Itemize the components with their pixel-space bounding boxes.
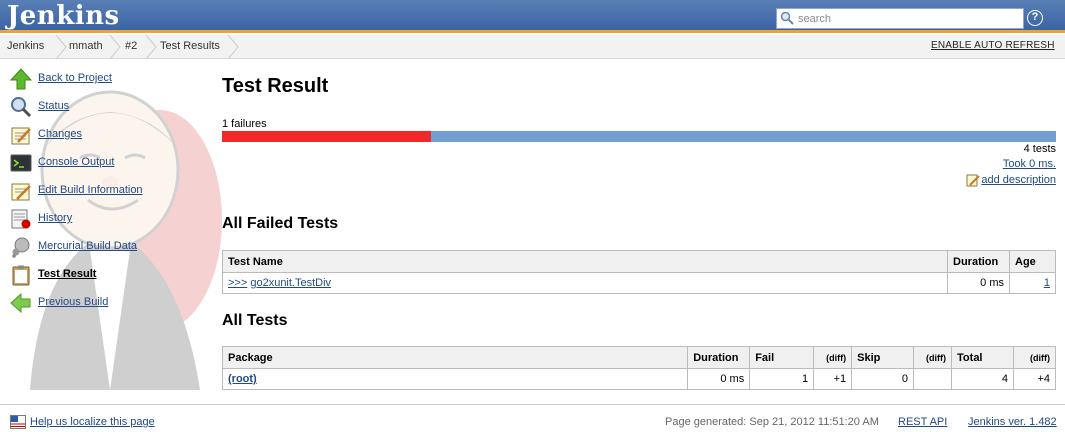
search-box[interactable]: [776, 8, 1024, 29]
breadcrumb-separator-icon: [55, 35, 67, 59]
column-header-skip-diff[interactable]: (diff): [913, 346, 953, 369]
page-title: Test Result: [222, 75, 329, 97]
all-tests-table: Package Duration Fail (diff) Skip (diff)…: [221, 346, 1057, 390]
history-icon: [11, 209, 31, 229]
jenkins-logo[interactable]: Jenkins: [7, 1, 120, 32]
rest-api-link[interactable]: REST API: [898, 416, 947, 428]
page-footer: Help us localize this page Page generate…: [0, 404, 1065, 432]
jenkins-version-link[interactable]: Jenkins ver. 1.482: [968, 416, 1057, 428]
table-header-row: Package Duration Fail (diff) Skip (diff)…: [221, 346, 1057, 369]
duration-cell: 0 ms: [947, 272, 1010, 294]
failed-tests-heading: All Failed Tests: [222, 215, 339, 232]
column-header-total[interactable]: Total: [951, 346, 1014, 369]
search-input[interactable]: [796, 10, 1020, 27]
notepad-edit-icon: [966, 174, 981, 187]
sidebar-item-label[interactable]: Previous Build: [38, 296, 108, 308]
breadcrumb-item-build[interactable]: #2: [125, 35, 137, 58]
took-duration-link[interactable]: Took 0 ms.: [1003, 158, 1056, 170]
sidebar-item-label[interactable]: Mercurial Build Data: [38, 240, 137, 252]
breadcrumb-separator-icon: [145, 35, 157, 59]
sidebar-item-label[interactable]: Edit Build Information: [38, 184, 143, 196]
sidebar-item-label[interactable]: Changes: [38, 128, 82, 140]
age-link[interactable]: 1: [1044, 277, 1050, 289]
mercurial-icon: [12, 237, 30, 258]
column-header-duration[interactable]: Duration: [687, 346, 751, 369]
breadcrumb-item-test-results[interactable]: Test Results: [160, 35, 220, 58]
add-description[interactable]: add description: [966, 173, 1056, 187]
age-cell: 1: [1009, 272, 1056, 294]
help-localize-link[interactable]: Help us localize this page: [30, 416, 155, 428]
breadcrumb-item-project[interactable]: mmath: [69, 35, 103, 58]
left-arrow-icon: [10, 292, 31, 314]
clipboard-icon: [12, 265, 30, 286]
sidebar-item-label[interactable]: History: [38, 212, 72, 224]
sidebar-item-label[interactable]: Test Result: [38, 268, 96, 280]
table-row: (root) 0 ms 1 +1 0 4 +4: [221, 368, 1057, 390]
total-cell: 4: [951, 368, 1014, 390]
skip-cell: 0: [851, 368, 915, 390]
column-header-fail[interactable]: Fail: [749, 346, 815, 369]
column-header-fail-diff[interactable]: (diff): [813, 346, 853, 369]
package-cell: (root): [221, 368, 689, 390]
table-header-row: Test Name Duration Age: [221, 250, 1056, 273]
test-name-link[interactable]: go2xunit.TestDiv: [250, 277, 331, 289]
breadcrumb-separator-icon: [227, 35, 239, 59]
add-description-link[interactable]: add description: [981, 174, 1056, 186]
fail-cell: 1: [749, 368, 815, 390]
table-row: >>> go2xunit.TestDiv 0 ms 1: [221, 272, 1056, 294]
test-name-cell: >>> go2xunit.TestDiv: [221, 272, 949, 294]
notepad-edit-icon: [11, 183, 31, 201]
terminal-icon: [10, 154, 32, 172]
top-header: Jenkins ?: [0, 0, 1065, 33]
fail-diff-cell: +1: [813, 368, 853, 390]
total-diff-cell: +4: [1012, 368, 1057, 390]
jenkins-butler-watermark-icon: [30, 90, 222, 390]
failed-tests-table: Test Name Duration Age >>> go2xunit.Test…: [221, 250, 1056, 294]
sidebar-item-label[interactable]: Status: [38, 100, 69, 112]
column-header-total-diff[interactable]: (diff): [1012, 346, 1057, 369]
column-header-test-name[interactable]: Test Name: [221, 250, 949, 273]
sidebar-item-label[interactable]: Back to Project: [38, 72, 112, 84]
search-icon: [780, 11, 794, 25]
expand-details-link[interactable]: >>>: [228, 277, 247, 289]
tests-count: 4 tests: [1023, 143, 1056, 155]
page-generated-timestamp: Page generated: Sep 21, 2012 11:51:20 AM: [665, 416, 879, 428]
breadcrumb-item-jenkins[interactable]: Jenkins: [7, 35, 44, 58]
column-header-package[interactable]: Package: [221, 346, 689, 369]
column-header-duration[interactable]: Duration: [947, 250, 1010, 273]
skip-diff-cell: [913, 368, 953, 390]
breadcrumb-separator-icon: [109, 35, 121, 59]
flag-icon: [10, 415, 26, 429]
sidebar-item-label[interactable]: Console Output: [38, 156, 114, 168]
all-tests-heading: All Tests: [222, 312, 288, 329]
test-result-bar: [222, 131, 1056, 142]
help-icon[interactable]: ?: [1027, 10, 1043, 26]
test-result-bar-fail: [222, 131, 431, 142]
enable-auto-refresh-link[interactable]: ENABLE AUTO REFRESH: [931, 40, 1055, 51]
column-header-skip[interactable]: Skip: [851, 346, 915, 369]
magnifier-icon: [11, 97, 32, 118]
up-arrow-icon: [10, 68, 32, 90]
breadcrumb: Jenkins mmath #2 Test Results ENABLE AUT…: [0, 35, 1065, 59]
column-header-age[interactable]: Age: [1009, 250, 1056, 273]
failures-count: 1 failures: [222, 118, 267, 130]
notepad-icon: [11, 127, 31, 145]
duration-cell: 0 ms: [687, 368, 751, 390]
package-link[interactable]: (root): [228, 373, 257, 385]
